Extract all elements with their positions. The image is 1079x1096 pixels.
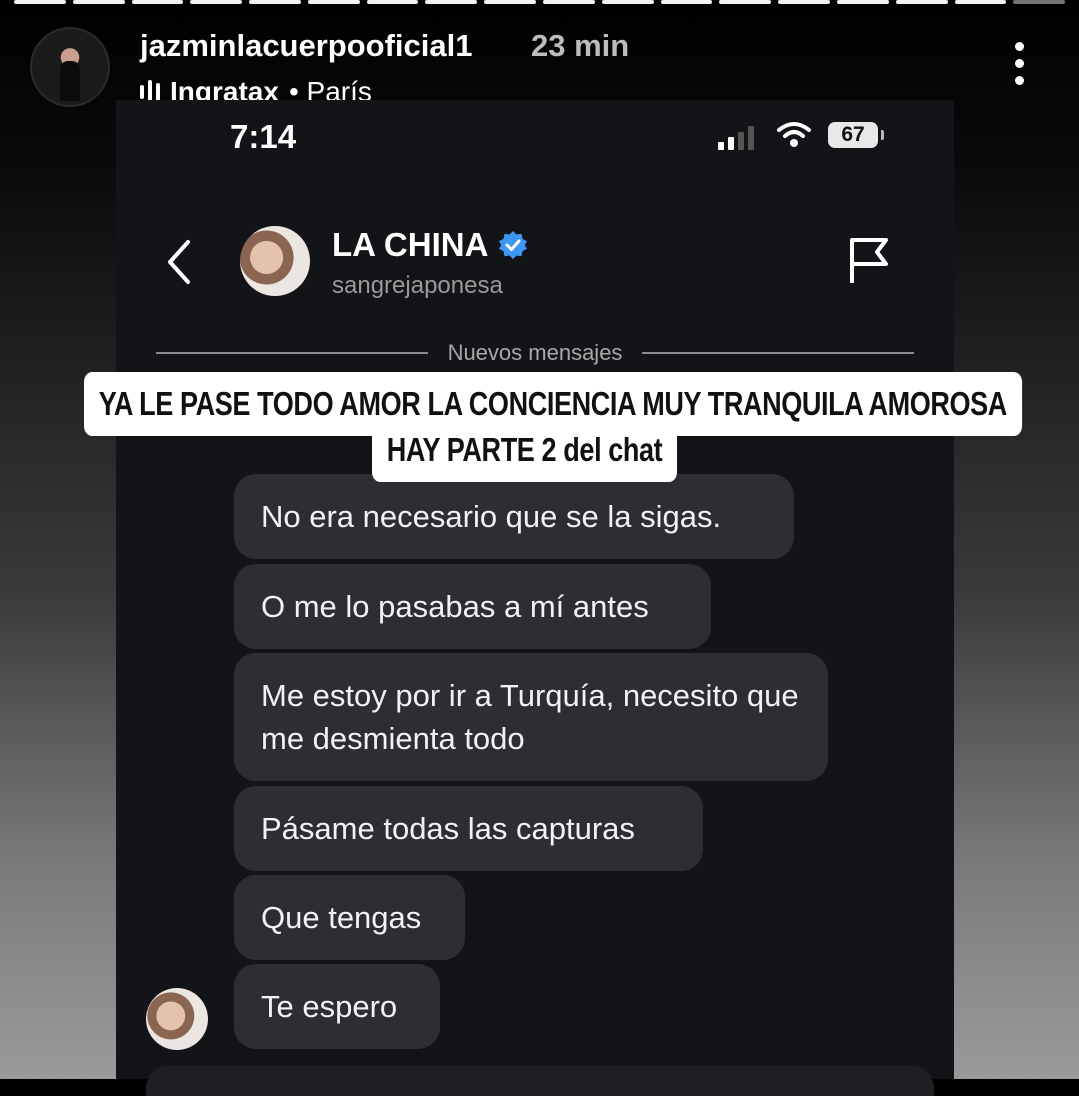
- story-progress: [14, 0, 1066, 5]
- battery-icon: 67: [828, 122, 884, 148]
- progress-segment: [895, 0, 948, 4]
- back-chevron-icon[interactable]: [164, 238, 194, 286]
- verified-icon: [499, 231, 528, 259]
- message-input-area[interactable]: [146, 1066, 934, 1096]
- new-messages-divider: Nuevos mensajes: [156, 340, 914, 366]
- wifi-icon: [777, 122, 811, 147]
- progress-segment: [836, 0, 889, 4]
- message-bubble[interactable]: O me lo pasabas a mí antes: [234, 564, 711, 649]
- status-time: 7:14: [230, 118, 297, 155]
- sender-avatar: [146, 988, 208, 1050]
- message-bubble[interactable]: Pásame todas las capturas: [234, 786, 703, 871]
- message-bubble[interactable]: Me estoy por ir a Turquía, necesito que …: [234, 653, 828, 781]
- chat-handle: sangrejaponesa: [332, 272, 503, 299]
- more-icon[interactable]: [1008, 42, 1030, 85]
- progress-segment: [190, 0, 243, 4]
- chat-header-name[interactable]: LA CHINA: [332, 226, 528, 264]
- progress-segment: [307, 0, 360, 4]
- chat-avatar[interactable]: [240, 226, 310, 296]
- message-bubble[interactable]: Que tengas: [234, 875, 465, 960]
- progress-segment: [249, 0, 301, 4]
- progress-segment: [660, 0, 713, 4]
- progress-segment: [425, 0, 478, 4]
- progress-segment: [543, 0, 595, 4]
- story-caption-line1: YA LE PASE TODO AMOR LA CONCIENCIA MUY T…: [84, 372, 1022, 436]
- progress-segment: [954, 0, 1007, 4]
- chat-screenshot: 7:14 67 LA CHINA sangrejaponesa Nuevos m…: [116, 100, 954, 1096]
- flag-icon[interactable]: [846, 236, 892, 286]
- progress-segment: [14, 0, 66, 4]
- progress-segment: [1013, 0, 1066, 4]
- progress-segment: [778, 0, 830, 4]
- progress-segment: [601, 0, 654, 4]
- signal-icon: [718, 126, 754, 150]
- story-username[interactable]: jazminlacuerpooficial1: [140, 28, 473, 64]
- chat-name-label: LA CHINA: [332, 226, 489, 263]
- story-time: 23 min: [531, 28, 630, 63]
- progress-segment: [131, 0, 184, 4]
- new-messages-label: Nuevos mensajes: [447, 340, 623, 365]
- message-bubble[interactable]: No era necesario que se la sigas.: [234, 474, 794, 559]
- progress-segment: [484, 0, 537, 4]
- progress-segment: [719, 0, 772, 4]
- story-avatar[interactable]: [30, 27, 110, 107]
- story-caption-line2: HAY PARTE 2 del chat: [372, 430, 678, 482]
- progress-segment: [72, 0, 125, 4]
- progress-segment: [366, 0, 419, 4]
- message-bubble[interactable]: Te espero: [234, 964, 440, 1049]
